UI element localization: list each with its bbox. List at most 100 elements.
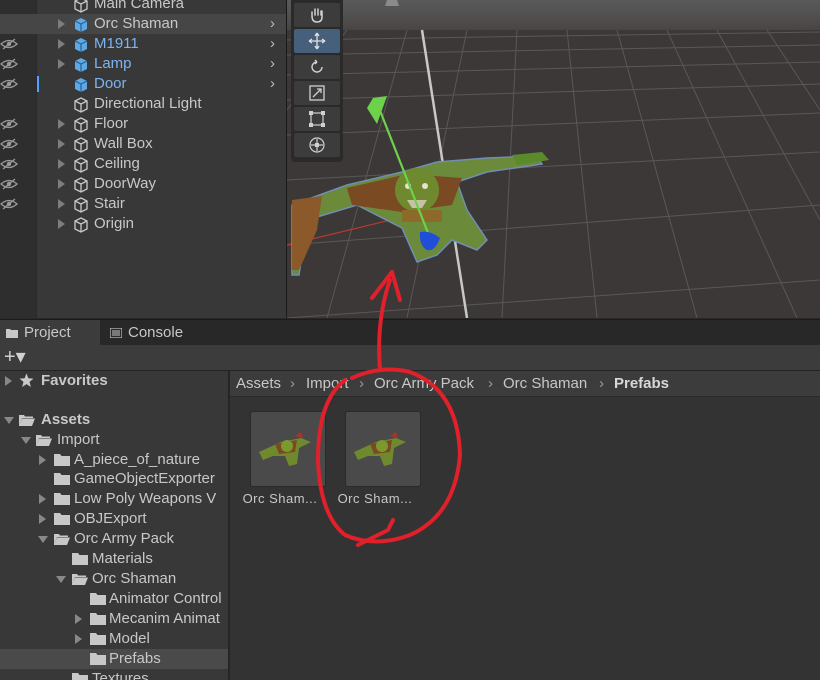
rotate-tool-button[interactable] bbox=[294, 55, 340, 79]
hierarchy-item-orc-shaman[interactable]: Orc Shaman › bbox=[0, 14, 286, 34]
prefab-icon bbox=[74, 38, 88, 52]
chevron-right-icon[interactable]: › bbox=[270, 36, 275, 51]
expand-arrow-icon[interactable] bbox=[39, 494, 46, 504]
tab-console[interactable]: Console bbox=[104, 320, 204, 346]
expand-arrow-icon[interactable] bbox=[58, 19, 65, 29]
tree-item-label: Textures bbox=[92, 670, 149, 680]
selection-marker bbox=[37, 76, 39, 92]
tab-label: Project bbox=[24, 324, 71, 341]
create-dropdown-button[interactable]: +▾ bbox=[4, 347, 38, 369]
tab-project[interactable]: Project bbox=[0, 320, 100, 346]
hidden-eye-icon[interactable] bbox=[0, 117, 18, 131]
tree-item-label: Import bbox=[57, 431, 100, 448]
hidden-eye-icon[interactable] bbox=[0, 197, 18, 211]
hierarchy-item-floor[interactable]: Floor bbox=[0, 114, 286, 134]
hierarchy-item-directional-light[interactable]: Directional Light bbox=[0, 94, 286, 114]
tree-item-orc-army-pack[interactable]: Orc Army Pack bbox=[0, 529, 228, 549]
scene-gizmo-stub bbox=[385, 0, 399, 6]
tree-item-mecanim-animations[interactable]: Mecanim Animat bbox=[0, 609, 228, 629]
collapse-arrow-icon[interactable] bbox=[56, 576, 66, 583]
hierarchy-item-label: Door bbox=[94, 75, 127, 92]
gameobject-icon bbox=[74, 157, 88, 173]
scene-view[interactable] bbox=[287, 0, 820, 318]
hand-tool-button[interactable] bbox=[294, 3, 340, 27]
chevron-right-icon[interactable]: › bbox=[270, 76, 275, 91]
move-tool-icon bbox=[308, 32, 326, 50]
hidden-eye-icon[interactable] bbox=[0, 57, 18, 71]
tree-item-import[interactable]: Import bbox=[0, 430, 228, 450]
scene-viewport[interactable] bbox=[287, 0, 820, 318]
collapse-arrow-icon[interactable] bbox=[38, 536, 48, 543]
asset-label: Orc Sham... bbox=[242, 491, 318, 506]
expand-arrow-icon[interactable] bbox=[58, 59, 65, 69]
hierarchy-item-doorway[interactable]: DoorWay bbox=[0, 174, 286, 194]
asset-thumbnail[interactable] bbox=[250, 411, 326, 487]
hierarchy-item-ceiling[interactable]: Ceiling bbox=[0, 154, 286, 174]
breadcrumb-item-prefabs[interactable]: Prefabs bbox=[614, 375, 669, 393]
transform-tool-button[interactable] bbox=[294, 133, 340, 157]
hidden-eye-icon[interactable] bbox=[0, 37, 18, 51]
folder-open-icon bbox=[19, 415, 35, 426]
asset-orc-shaman-prefab-1[interactable]: Orc Sham... bbox=[230, 411, 326, 511]
breadcrumb-item-import[interactable]: Import bbox=[306, 375, 349, 393]
expand-arrow-icon[interactable] bbox=[58, 139, 65, 149]
expand-arrow-icon[interactable] bbox=[75, 634, 82, 644]
hidden-eye-icon[interactable] bbox=[0, 157, 18, 171]
scale-tool-button[interactable] bbox=[294, 81, 340, 105]
expand-arrow-icon[interactable] bbox=[58, 159, 65, 169]
breadcrumb-item-orc-army-pack[interactable]: Orc Army Pack bbox=[374, 375, 474, 393]
hierarchy-item-stair[interactable]: Stair bbox=[0, 194, 286, 214]
tree-item-label: GameObjectExporter bbox=[74, 470, 215, 487]
tree-item-model[interactable]: Model bbox=[0, 629, 228, 649]
tree-item-a-piece-of-nature[interactable]: A_piece_of_nature bbox=[0, 450, 228, 470]
asset-thumbnail[interactable] bbox=[345, 411, 421, 487]
tree-item-textures[interactable]: Textures bbox=[0, 669, 228, 680]
expand-arrow-icon[interactable] bbox=[58, 119, 65, 129]
tree-item-orc-shaman[interactable]: Orc Shaman bbox=[0, 569, 228, 589]
chevron-right-icon[interactable]: › bbox=[270, 56, 275, 71]
tree-item-prefabs[interactable]: Prefabs bbox=[0, 649, 228, 669]
tree-item-low-poly-weapons[interactable]: Low Poly Weapons V bbox=[0, 489, 228, 509]
hierarchy-item-wall-box[interactable]: Wall Box bbox=[0, 134, 286, 154]
expand-arrow-icon[interactable] bbox=[5, 376, 12, 386]
project-toolbar: +▾ bbox=[0, 345, 820, 371]
hierarchy-item-label: Directional Light bbox=[94, 95, 202, 112]
move-tool-button[interactable] bbox=[294, 29, 340, 53]
hidden-eye-icon[interactable] bbox=[0, 77, 18, 91]
hierarchy-item-main-camera[interactable]: Main Camera bbox=[0, 0, 286, 14]
folder-open-icon bbox=[36, 435, 52, 446]
scale-tool-icon bbox=[309, 85, 325, 101]
breadcrumb-item-orc-shaman[interactable]: Orc Shaman bbox=[503, 375, 587, 393]
tree-item-objexport[interactable]: OBJExport bbox=[0, 509, 228, 529]
breadcrumb-item-assets[interactable]: Assets bbox=[236, 375, 281, 393]
expand-arrow-icon[interactable] bbox=[58, 219, 65, 229]
expand-arrow-icon[interactable] bbox=[58, 199, 65, 209]
gameobject-icon bbox=[74, 0, 88, 13]
tree-item-gameobjectexporter[interactable]: GameObjectExporter bbox=[0, 469, 228, 489]
rect-tool-button[interactable] bbox=[294, 107, 340, 131]
chevron-right-icon[interactable]: › bbox=[270, 16, 275, 31]
expand-arrow-icon[interactable] bbox=[39, 514, 46, 524]
expand-arrow-icon[interactable] bbox=[58, 179, 65, 189]
hidden-eye-icon[interactable] bbox=[0, 137, 18, 151]
tree-item-assets[interactable]: Assets bbox=[0, 410, 228, 430]
tree-item-label: Animator Control bbox=[109, 590, 222, 607]
project-content-area[interactable]: Assets › Import › Orc Army Pack › Orc Sh… bbox=[230, 371, 820, 680]
collapse-arrow-icon[interactable] bbox=[21, 437, 31, 444]
hierarchy-item-lamp[interactable]: Lamp › bbox=[0, 54, 286, 74]
collapse-arrow-icon[interactable] bbox=[4, 417, 14, 424]
hierarchy-item-door[interactable]: Door › bbox=[0, 74, 286, 94]
tree-item-animator-controllers[interactable]: Animator Control bbox=[0, 589, 228, 609]
hidden-eye-icon[interactable] bbox=[0, 177, 18, 191]
expand-arrow-icon[interactable] bbox=[75, 614, 82, 624]
asset-orc-shaman-prefab-2[interactable]: Orc Sham... bbox=[325, 411, 421, 511]
tree-item-materials[interactable]: Materials bbox=[0, 549, 228, 569]
tree-item-favorites[interactable]: Favorites bbox=[0, 371, 228, 391]
tree-item-label: OBJExport bbox=[74, 510, 147, 527]
hierarchy-item-m1911[interactable]: M1911 › bbox=[0, 34, 286, 54]
hand-tool-icon bbox=[311, 8, 323, 23]
expand-arrow-icon[interactable] bbox=[39, 455, 46, 465]
expand-arrow-icon[interactable] bbox=[58, 39, 65, 49]
hierarchy-item-origin[interactable]: Origin bbox=[0, 214, 286, 234]
breadcrumb-separator: › bbox=[359, 375, 364, 392]
